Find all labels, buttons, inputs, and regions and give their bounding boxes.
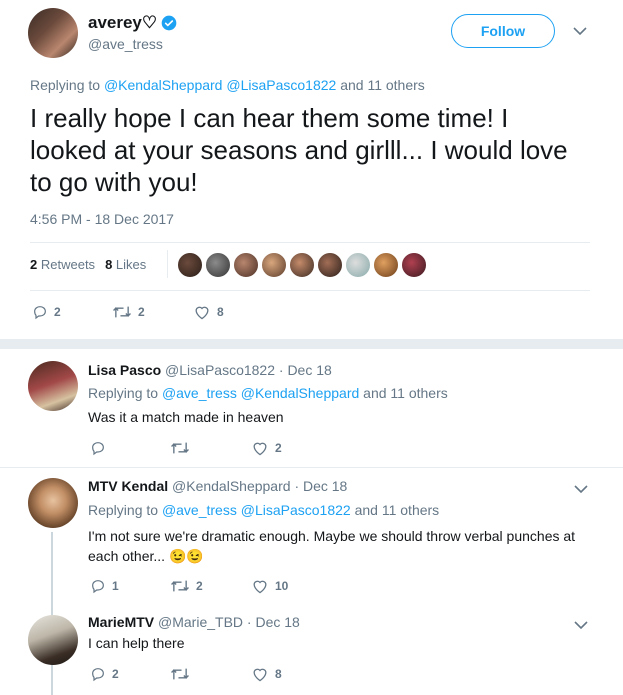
reply-handle[interactable]: @Marie_TBD	[158, 614, 243, 630]
like-icon	[253, 668, 267, 682]
divider	[0, 467, 623, 468]
mention-link[interactable]: @ave_tress	[162, 502, 237, 518]
mention-link[interactable]: @KendalSheppard	[104, 77, 223, 93]
like-action[interactable]: 10	[251, 578, 288, 594]
reply-avatar[interactable]	[28, 361, 78, 411]
liker-avatar[interactable]	[205, 252, 231, 278]
chevron-down-icon[interactable]	[573, 26, 587, 36]
main-replying-to: Replying to @KendalSheppard @LisaPasco18…	[30, 77, 425, 93]
reply-avatar[interactable]	[28, 478, 78, 528]
follow-button[interactable]: Follow	[451, 14, 555, 48]
reply-text: Was it a match made in heaven	[88, 409, 284, 425]
liker-avatar[interactable]	[317, 252, 343, 278]
reply-action[interactable]: 1	[90, 578, 119, 594]
like-action[interactable]: 8	[251, 666, 282, 682]
reply-handle[interactable]: @LisaPasco1822	[165, 362, 275, 378]
reply-icon	[92, 668, 104, 682]
reply-text: I can help there	[88, 635, 185, 651]
likes-stat[interactable]: 8 Likes	[105, 257, 146, 272]
reply-action[interactable]: 2	[32, 304, 61, 320]
reply-header: Lisa Pasco @LisaPasco1822 · Dec 18	[88, 362, 332, 378]
mention-link[interactable]: @LisaPasco1822	[226, 77, 336, 93]
wink-emoji: 😉😉	[168, 548, 204, 564]
thread-line	[51, 532, 53, 695]
divider	[30, 242, 590, 243]
liker-avatar[interactable]	[233, 252, 259, 278]
divider	[30, 290, 590, 291]
liker-avatar[interactable]	[345, 252, 371, 278]
retweet-action[interactable]: 2	[170, 578, 203, 594]
main-display-name-row[interactable]: averey♡	[88, 13, 177, 33]
main-handle[interactable]: @ave_tress	[88, 36, 163, 52]
reply-text: I'm not sure we're dramatic enough. Mayb…	[88, 528, 576, 564]
like-action[interactable]: 8	[193, 304, 224, 320]
reply-display-name[interactable]: Lisa Pasco	[88, 362, 161, 378]
section-separator	[0, 339, 623, 349]
reply-icon	[92, 580, 104, 594]
retweet-action[interactable]	[170, 666, 196, 682]
reply-date[interactable]: · Dec 18	[247, 614, 300, 630]
main-timestamp[interactable]: 4:56 PM - 18 Dec 2017	[30, 211, 174, 227]
chevron-down-icon[interactable]	[574, 484, 588, 494]
reply-avatar[interactable]	[28, 615, 78, 665]
retweet-action[interactable]: 2	[112, 304, 145, 320]
mention-link[interactable]: @LisaPasco1822	[241, 502, 351, 518]
retweet-icon	[113, 306, 131, 318]
reply-action[interactable]	[90, 440, 112, 456]
main-display-name[interactable]: averey♡	[88, 13, 157, 33]
reply-display-name[interactable]: MTV Kendal	[88, 478, 168, 494]
retweet-icon	[171, 442, 189, 454]
reply-action[interactable]: 2	[90, 666, 119, 682]
reply-header: MarieMTV @Marie_TBD · Dec 18	[88, 614, 300, 630]
reply-replying-to: Replying to @ave_tress @KendalSheppard a…	[88, 385, 448, 401]
reply-header: MTV Kendal @KendalSheppard · Dec 18	[88, 478, 347, 494]
like-icon	[195, 306, 209, 320]
retweet-action[interactable]	[170, 440, 196, 456]
like-icon	[253, 580, 267, 594]
reply-date[interactable]: · Dec 18	[294, 478, 347, 494]
reply-handle[interactable]: @KendalSheppard	[172, 478, 291, 494]
like-icon	[253, 442, 267, 456]
reply-icon	[34, 306, 46, 320]
verified-badge-icon	[161, 15, 177, 31]
like-action[interactable]: 2	[251, 440, 282, 456]
liker-avatar[interactable]	[177, 252, 203, 278]
stats-row: 2 Retweets 8 Likes	[30, 257, 146, 272]
replying-suffix[interactable]: and 11 others	[340, 77, 425, 93]
retweet-icon	[171, 668, 189, 680]
retweet-icon	[171, 580, 189, 592]
liker-avatar[interactable]	[401, 252, 427, 278]
chevron-down-icon[interactable]	[574, 620, 588, 630]
liker-avatar[interactable]	[261, 252, 287, 278]
reply-display-name[interactable]: MarieMTV	[88, 614, 154, 630]
retweets-stat[interactable]: 2 Retweets	[30, 257, 95, 272]
liker-avatar[interactable]	[373, 252, 399, 278]
reply-icon	[92, 442, 104, 456]
reply-replying-to: Replying to @ave_tress @LisaPasco1822 an…	[88, 502, 440, 518]
main-avatar[interactable]	[28, 8, 78, 58]
main-tweet-text: I really hope I can hear them some time!…	[30, 103, 568, 197]
stats-separator	[167, 250, 168, 278]
mention-link[interactable]: @ave_tress	[162, 385, 237, 401]
reply-date[interactable]: · Dec 18	[279, 362, 332, 378]
replying-prefix: Replying to	[30, 77, 101, 93]
liker-avatar[interactable]	[289, 252, 315, 278]
mention-link[interactable]: @KendalSheppard	[241, 385, 360, 401]
